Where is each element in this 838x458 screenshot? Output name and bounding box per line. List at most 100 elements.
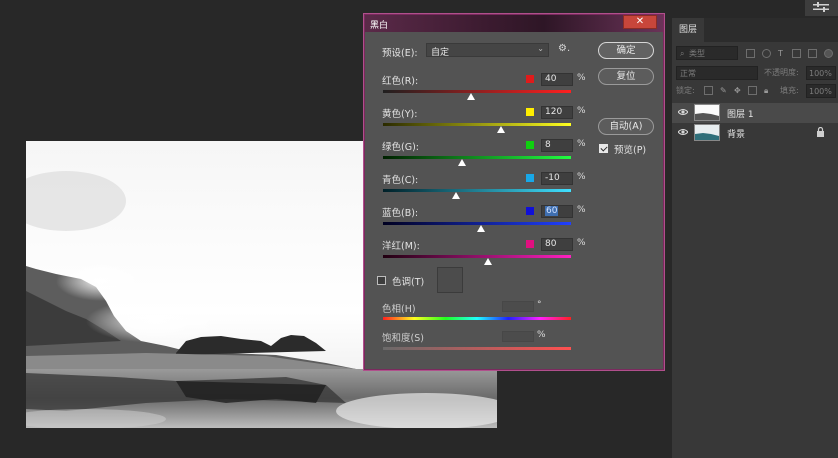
black-white-dialog: 黑白 ✕ 预设(E): 自定 ⌄ ⚙. 确定 复位 自动(A) 预览(P) 色调… <box>364 14 664 370</box>
layer-filter-kind[interactable]: ⌕ 类型 <box>676 46 738 60</box>
slider-value-input-yellows[interactable]: 120 <box>541 106 573 119</box>
filter-smartobject-icon[interactable] <box>808 49 817 58</box>
saturation-ramp[interactable] <box>383 347 571 350</box>
slider-value-input-blues[interactable]: 60 <box>541 205 573 218</box>
layer-row-layer1[interactable]: 图层 1 <box>672 103 838 123</box>
sliders-icon <box>813 2 829 12</box>
slider-value-yellows: 120 <box>545 107 563 117</box>
preview-label: 预览(P) <box>614 145 647 156</box>
slider-unit-reds: % <box>577 73 586 83</box>
preview-checkbox[interactable] <box>599 144 608 153</box>
filter-pixel-icon[interactable] <box>746 49 755 58</box>
slider-unit-greens: % <box>577 139 586 149</box>
close-button[interactable]: ✕ <box>623 15 657 29</box>
lock-paint-icon[interactable]: ✎ <box>720 84 727 98</box>
slider-swatch-yellows <box>526 108 534 116</box>
slider-handle-reds[interactable] <box>467 93 476 100</box>
filter-shape-icon[interactable] <box>792 49 801 58</box>
slider-swatch-magentas <box>526 240 534 248</box>
tint-label: 色调(T) <box>392 277 425 288</box>
slider-handle-yellows[interactable] <box>497 126 506 133</box>
hue-ramp[interactable] <box>383 317 571 320</box>
slider-ramp-reds[interactable] <box>383 90 571 93</box>
slider-label-cyans: 青色(C): <box>382 175 419 186</box>
search-icon: ⌕ <box>680 49 685 58</box>
lock-all-icon[interactable]: 🔒︎ <box>764 84 768 98</box>
opacity-input[interactable]: 100% <box>806 66 836 80</box>
slider-swatch-cyans <box>526 174 534 182</box>
fill-input[interactable]: 100% <box>806 84 836 98</box>
layer-row-background[interactable]: 背景 <box>672 123 838 143</box>
lock-move-icon[interactable]: ✥ <box>734 84 741 98</box>
preset-dropdown[interactable]: 自定 ⌄ <box>426 43 549 58</box>
hue-unit: ° <box>537 300 542 310</box>
lock-transparent-icon[interactable] <box>704 86 713 95</box>
slider-value-cyans: -10 <box>545 173 560 183</box>
slider-value-input-magentas[interactable]: 80 <box>541 238 573 251</box>
saturation-unit: % <box>537 330 546 340</box>
fill-label: 填充: <box>780 86 799 95</box>
tint-checkbox[interactable] <box>377 276 386 285</box>
blend-mode-select[interactable]: 正常 <box>676 66 758 80</box>
layer-thumbnail <box>694 124 720 141</box>
visibility-eye-icon[interactable] <box>677 108 689 118</box>
slider-value-reds: 40 <box>545 74 557 84</box>
opacity-label: 不透明度: <box>764 68 799 77</box>
tab-layers[interactable]: 图层 <box>672 18 705 42</box>
visibility-eye-icon[interactable] <box>677 128 689 138</box>
slider-handle-greens[interactable] <box>457 159 466 166</box>
slider-ramp-magentas[interactable] <box>383 255 571 258</box>
slider-swatch-blues <box>526 207 534 215</box>
filter-type-icon[interactable]: T <box>778 47 783 61</box>
slider-unit-magentas: % <box>577 238 586 248</box>
slider-swatch-reds <box>526 75 534 83</box>
layer-name: 图层 1 <box>727 110 754 120</box>
saturation-input[interactable] <box>502 331 534 342</box>
opacity-value: 100% <box>809 69 832 78</box>
slider-ramp-cyans[interactable] <box>383 189 571 192</box>
slider-swatch-greens <box>526 141 534 149</box>
dialog-title: 黑白 <box>370 21 389 31</box>
layer-filter-row: ⌕ 类型 T <box>676 46 836 62</box>
chevron-down-icon: ⌄ <box>537 44 544 53</box>
layer-filter-kind-label: 类型 <box>689 49 705 58</box>
filter-toggle-icon[interactable] <box>824 49 833 58</box>
fill-value: 100% <box>809 87 832 96</box>
preset-value: 自定 <box>431 48 450 58</box>
workspace-switcher[interactable] <box>805 0 838 16</box>
layer-name: 背景 <box>727 130 746 140</box>
auto-button[interactable]: 自动(A) <box>598 118 654 135</box>
close-icon: ✕ <box>635 16 645 27</box>
slider-unit-blues: % <box>577 205 586 215</box>
slider-handle-cyans[interactable] <box>452 192 461 199</box>
slider-label-magentas: 洋红(M): <box>382 241 420 252</box>
slider-value-input-greens[interactable]: 8 <box>541 139 573 152</box>
reset-button[interactable]: 复位 <box>598 68 654 85</box>
slider-unit-cyans: % <box>577 172 586 182</box>
ok-button[interactable]: 确定 <box>598 42 654 59</box>
slider-value-greens: 8 <box>545 140 551 150</box>
hue-input[interactable] <box>502 301 534 312</box>
slider-label-greens: 绿色(G): <box>382 142 419 153</box>
layers-panel: 图层 ⌕ 类型 T 正常 不透明度: 100% 锁定: ✎ ✥ 🔒︎ 填充: 1… <box>672 18 838 458</box>
slider-value-input-cyans[interactable]: -10 <box>541 172 573 185</box>
slider-value-magentas: 80 <box>545 239 557 249</box>
slider-label-yellows: 黄色(Y): <box>382 109 418 120</box>
slider-ramp-greens[interactable] <box>383 156 571 159</box>
tint-color-swatch[interactable] <box>437 267 463 293</box>
layers-panel-tabbar: 图层 <box>672 18 838 42</box>
slider-handle-blues[interactable] <box>476 225 485 232</box>
slider-unit-yellows: % <box>577 106 586 116</box>
lock-row: 锁定: ✎ ✥ 🔒︎ 填充: 100% <box>676 84 836 100</box>
lock-icon <box>816 126 825 140</box>
layer-thumbnail <box>694 104 720 121</box>
dialog-titlebar[interactable]: 黑白 ✕ <box>365 15 663 32</box>
slider-ramp-yellows[interactable] <box>383 123 571 126</box>
preset-options-gear-icon[interactable]: ⚙. <box>558 43 570 54</box>
slider-handle-magentas[interactable] <box>484 258 493 265</box>
blend-row: 正常 不透明度: 100% <box>676 66 836 82</box>
slider-value-input-reds[interactable]: 40 <box>541 73 573 86</box>
saturation-label: 饱和度(S) <box>382 333 424 344</box>
filter-adjustment-icon[interactable] <box>762 49 771 58</box>
lock-artboard-icon[interactable] <box>748 86 757 95</box>
